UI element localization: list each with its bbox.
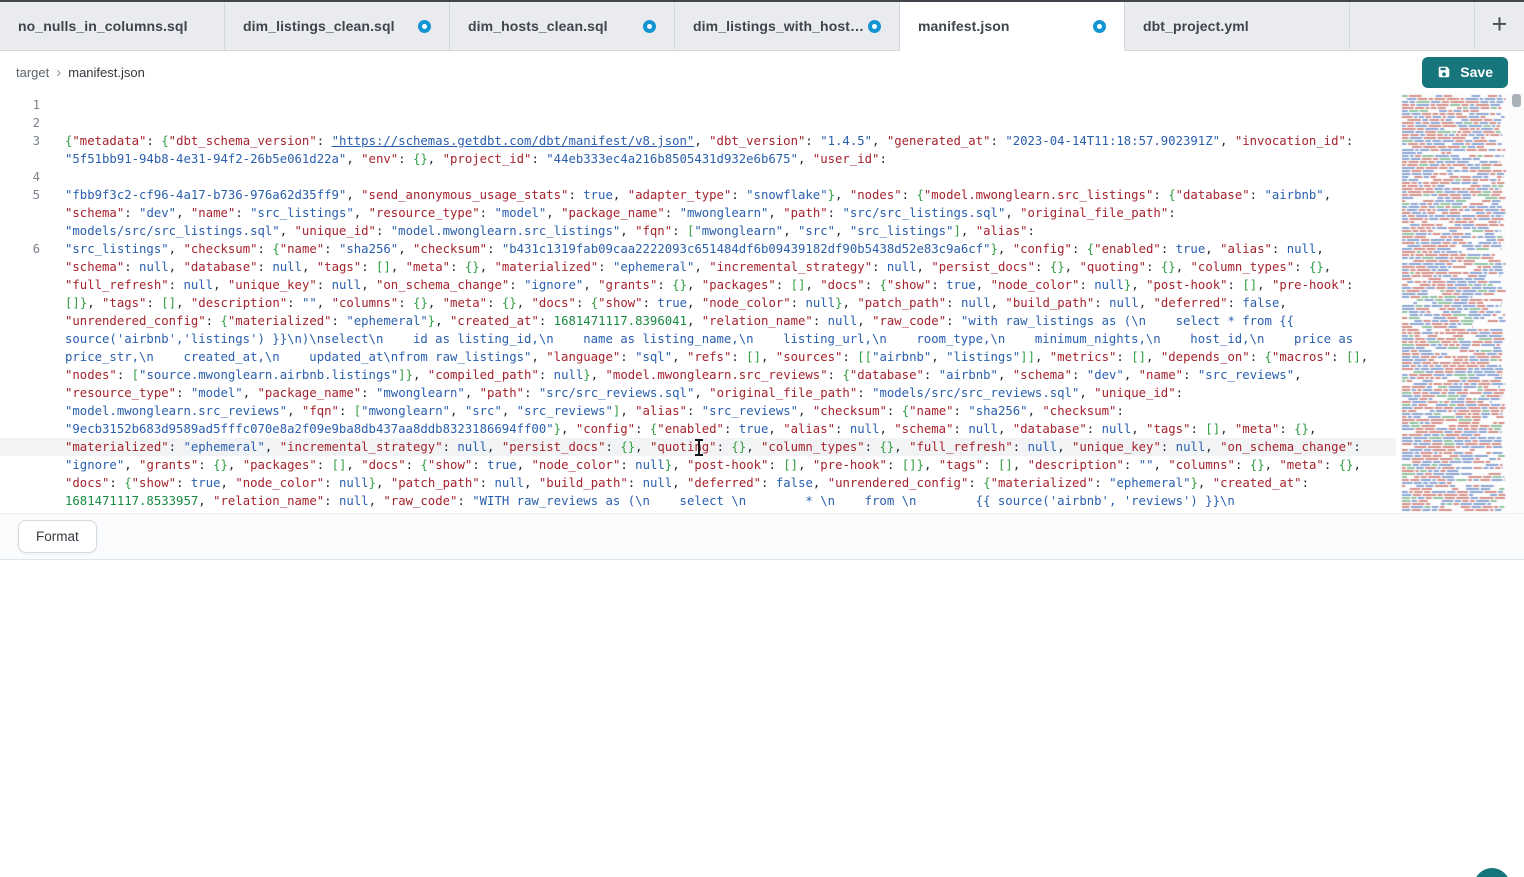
chevron-right-icon: ›	[56, 64, 61, 81]
minimap[interactable]	[1400, 93, 1510, 513]
line-number: 3	[0, 132, 40, 168]
vertical-scrollbar[interactable]	[1510, 93, 1524, 513]
tab-bar-filler	[1350, 2, 1474, 50]
tab-dim_listings_clean.sql[interactable]: dim_listings_clean.sql	[225, 2, 450, 50]
plus-icon: +	[1492, 11, 1508, 38]
code-text: {"metadata": {"dbt_schema_version": "htt…	[40, 132, 1384, 168]
unsaved-changes-dot-icon	[643, 20, 656, 33]
code-text: "src_listings", "checksum": {"name": "sh…	[40, 240, 1384, 513]
tab-label: dim_listings_clean.sql	[243, 18, 395, 34]
breadcrumb-file[interactable]: manifest.json	[68, 65, 145, 80]
line-number: 5	[0, 186, 40, 240]
tab-dim_hosts_clean.sql[interactable]: dim_hosts_clean.sql	[450, 2, 675, 50]
code-text: "fbb9f3c2-cf96-4a17-b736-976a62d35ff9", …	[40, 186, 1384, 240]
floppy-disk-icon	[1437, 65, 1451, 79]
tab-label: manifest.json	[918, 18, 1010, 34]
line-number: 6	[0, 240, 40, 513]
save-button[interactable]: Save	[1422, 57, 1508, 88]
editor-tab-bar: no_nulls_in_columns.sql dim_listings_clea…	[0, 2, 1524, 51]
tab-no_nulls_in_columns.sql[interactable]: no_nulls_in_columns.sql	[0, 2, 225, 50]
dbt-ide-window: no_nulls_in_columns.sql dim_listings_clea…	[0, 0, 1524, 877]
results-panel	[0, 560, 1524, 871]
code-text	[40, 96, 1384, 114]
minimap-canvas	[1400, 93, 1510, 513]
code-line[interactable]: 2	[0, 114, 1384, 132]
tab-label: dim_listings_with_hosts.sql	[693, 18, 868, 34]
tab-dim_listings_with_hosts.sql[interactable]: dim_listings_with_hosts.sql	[675, 2, 900, 50]
text-cursor-caret	[698, 440, 700, 455]
tab-manifest.json[interactable]: manifest.json	[900, 2, 1125, 51]
code-text	[40, 168, 1384, 186]
code-line[interactable]: 1	[0, 96, 1384, 114]
code-line[interactable]: 4	[0, 168, 1384, 186]
code-lines: 123{"metadata": {"dbt_schema_version": "…	[0, 93, 1524, 513]
save-button-label: Save	[1460, 64, 1493, 80]
breadcrumb-folder[interactable]: target	[16, 65, 49, 80]
unsaved-changes-dot-icon	[868, 20, 881, 33]
scrollbar-thumb[interactable]	[1512, 94, 1521, 107]
new-tab-button[interactable]: +	[1474, 2, 1524, 50]
line-number: 1	[0, 96, 40, 114]
line-number: 4	[0, 168, 40, 186]
code-editor[interactable]: 123{"metadata": {"dbt_schema_version": "…	[0, 93, 1524, 513]
code-line[interactable]: 3{"metadata": {"dbt_schema_version": "ht…	[0, 132, 1384, 168]
unsaved-changes-dot-icon	[418, 20, 431, 33]
tab-label: dim_hosts_clean.sql	[468, 18, 608, 34]
tab-dbt_project.yml[interactable]: dbt_project.yml	[1125, 2, 1350, 50]
unsaved-changes-dot-icon	[1093, 20, 1106, 33]
editor-footer-bar: Format	[0, 513, 1524, 560]
code-line[interactable]: 6"src_listings", "checksum": {"name": "s…	[0, 240, 1384, 513]
tab-label: dbt_project.yml	[1143, 18, 1249, 34]
line-number: 2	[0, 114, 40, 132]
format-button[interactable]: Format	[18, 520, 97, 553]
code-text	[40, 114, 1384, 132]
breadcrumb-toolbar: target › manifest.json Save	[0, 51, 1524, 93]
tab-label: no_nulls_in_columns.sql	[18, 18, 188, 34]
code-line[interactable]: 5"fbb9f3c2-cf96-4a17-b736-976a62d35ff9",…	[0, 186, 1384, 240]
